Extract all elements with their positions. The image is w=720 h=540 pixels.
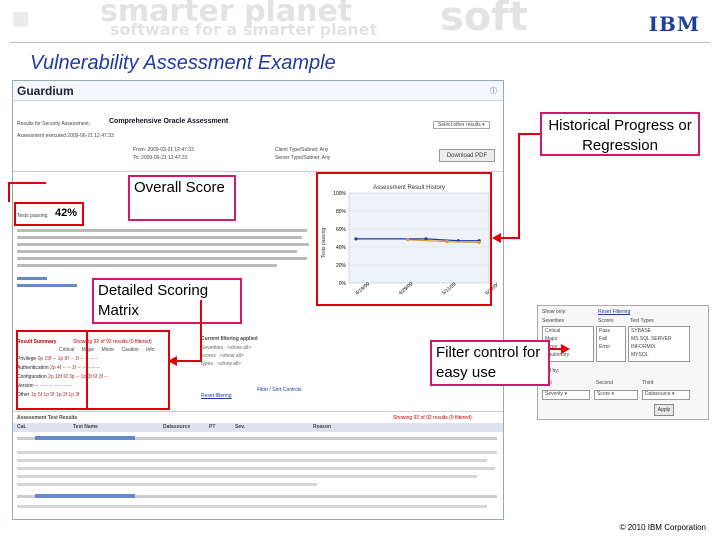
server-subnet: Server Type/Subnet: Any <box>275 155 331 161</box>
select-result-dropdown[interactable]: Select other results ▾ <box>433 121 490 129</box>
column-header[interactable]: Datasource <box>163 424 190 430</box>
filter-option[interactable]: Fail <box>599 336 607 342</box>
filter-option[interactable]: MYSQL <box>631 352 649 358</box>
download-pdf-button[interactable]: Download PDF <box>439 149 495 162</box>
copyright-footer: © 2010 IBM Corporation <box>619 523 706 532</box>
severities-label: Severities <box>542 318 564 324</box>
app-header-bar: Guardium ⓘ <box>13 81 503 101</box>
scores-label: Scores <box>598 318 614 324</box>
show-only-label: Show only: <box>542 309 567 315</box>
callout-historical: Historical Progress or Regression <box>540 112 700 156</box>
test-types-label: Test Types <box>630 318 654 324</box>
sort-first-select[interactable]: Severity ▾ <box>542 390 590 400</box>
filter-option[interactable]: INFORMIX <box>631 344 655 350</box>
filter-sort-link[interactable]: Filter / Sort Controls <box>257 387 301 393</box>
chart-highlight <box>316 172 492 306</box>
sort-third-select[interactable]: Datasource ▾ <box>642 390 690 400</box>
results-table-header: Cat. Test Name Datasource PT Sev. Reason <box>13 423 503 432</box>
scores-list[interactable]: Pass Fail Error <box>596 326 626 362</box>
column-header[interactable]: PT <box>209 424 215 430</box>
product-name: Guardium <box>17 84 74 98</box>
column-header[interactable]: Sev. <box>235 424 245 430</box>
second-label: Second <box>596 380 613 386</box>
column-header[interactable]: Test Name <box>73 424 98 430</box>
to-date: To: 2009-06-21 12:47:33 <box>133 155 188 161</box>
results-header: Assessment Test Results <box>17 415 78 421</box>
client-subnet: Client Type/Subnet: Any <box>275 147 329 153</box>
executed-text: Assessment executed 2009-06-21 12:47:33 <box>17 133 114 139</box>
callout-filter-control: Filter control for easy use <box>430 340 550 386</box>
slide-title: Vulnerability Assessment Example <box>30 52 336 74</box>
callout-detailed-matrix: Detailed Scoring Matrix <box>92 278 242 324</box>
watermark-text-3: soft <box>440 0 528 40</box>
reset-filtering-link[interactable]: Reset filtering <box>201 393 232 399</box>
callout-overall-score: Overall Score <box>128 175 236 221</box>
overall-score-highlight <box>14 202 84 226</box>
column-header[interactable]: Reason <box>313 424 331 430</box>
apply-button[interactable]: Apply <box>654 404 674 416</box>
assessment-title: Comprehensive Oracle Assessment <box>109 118 229 125</box>
filter-panel: Show only: Reset Filtering Severities Sc… <box>537 305 709 420</box>
filter-option[interactable]: Critical <box>545 328 560 334</box>
title-divider <box>10 42 710 43</box>
from-date: From: 2009-03-21 12:47:33 <box>133 147 194 153</box>
column-header[interactable]: Cat. <box>17 424 26 430</box>
watermark-text-2: software for a smarter planet <box>110 20 378 39</box>
ibm-logo: IBM <box>648 12 700 36</box>
filter-option[interactable]: MS SQL SERVER <box>631 336 672 342</box>
third-label: Third <box>642 380 654 386</box>
filter-option[interactable]: SYBASE <box>631 328 651 334</box>
reset-filtering-button[interactable]: Reset Filtering <box>598 309 630 315</box>
sort-second-select[interactable]: Score ▾ <box>594 390 638 400</box>
filter-option[interactable]: Error <box>599 344 610 350</box>
top-banner: smarter planet software for a smarter pl… <box>0 0 720 40</box>
test-types-list[interactable]: SYBASE MS SQL SERVER INFORMIX MYSQL <box>628 326 690 362</box>
help-icon[interactable]: ⓘ <box>490 86 497 96</box>
current-filtering-title: Current filtering applied <box>201 336 258 342</box>
matrix-highlight <box>16 330 170 410</box>
results-showing: Showing 92 of 92 results (0 filtered) <box>393 415 472 421</box>
filter-option[interactable]: Pass <box>599 328 610 334</box>
